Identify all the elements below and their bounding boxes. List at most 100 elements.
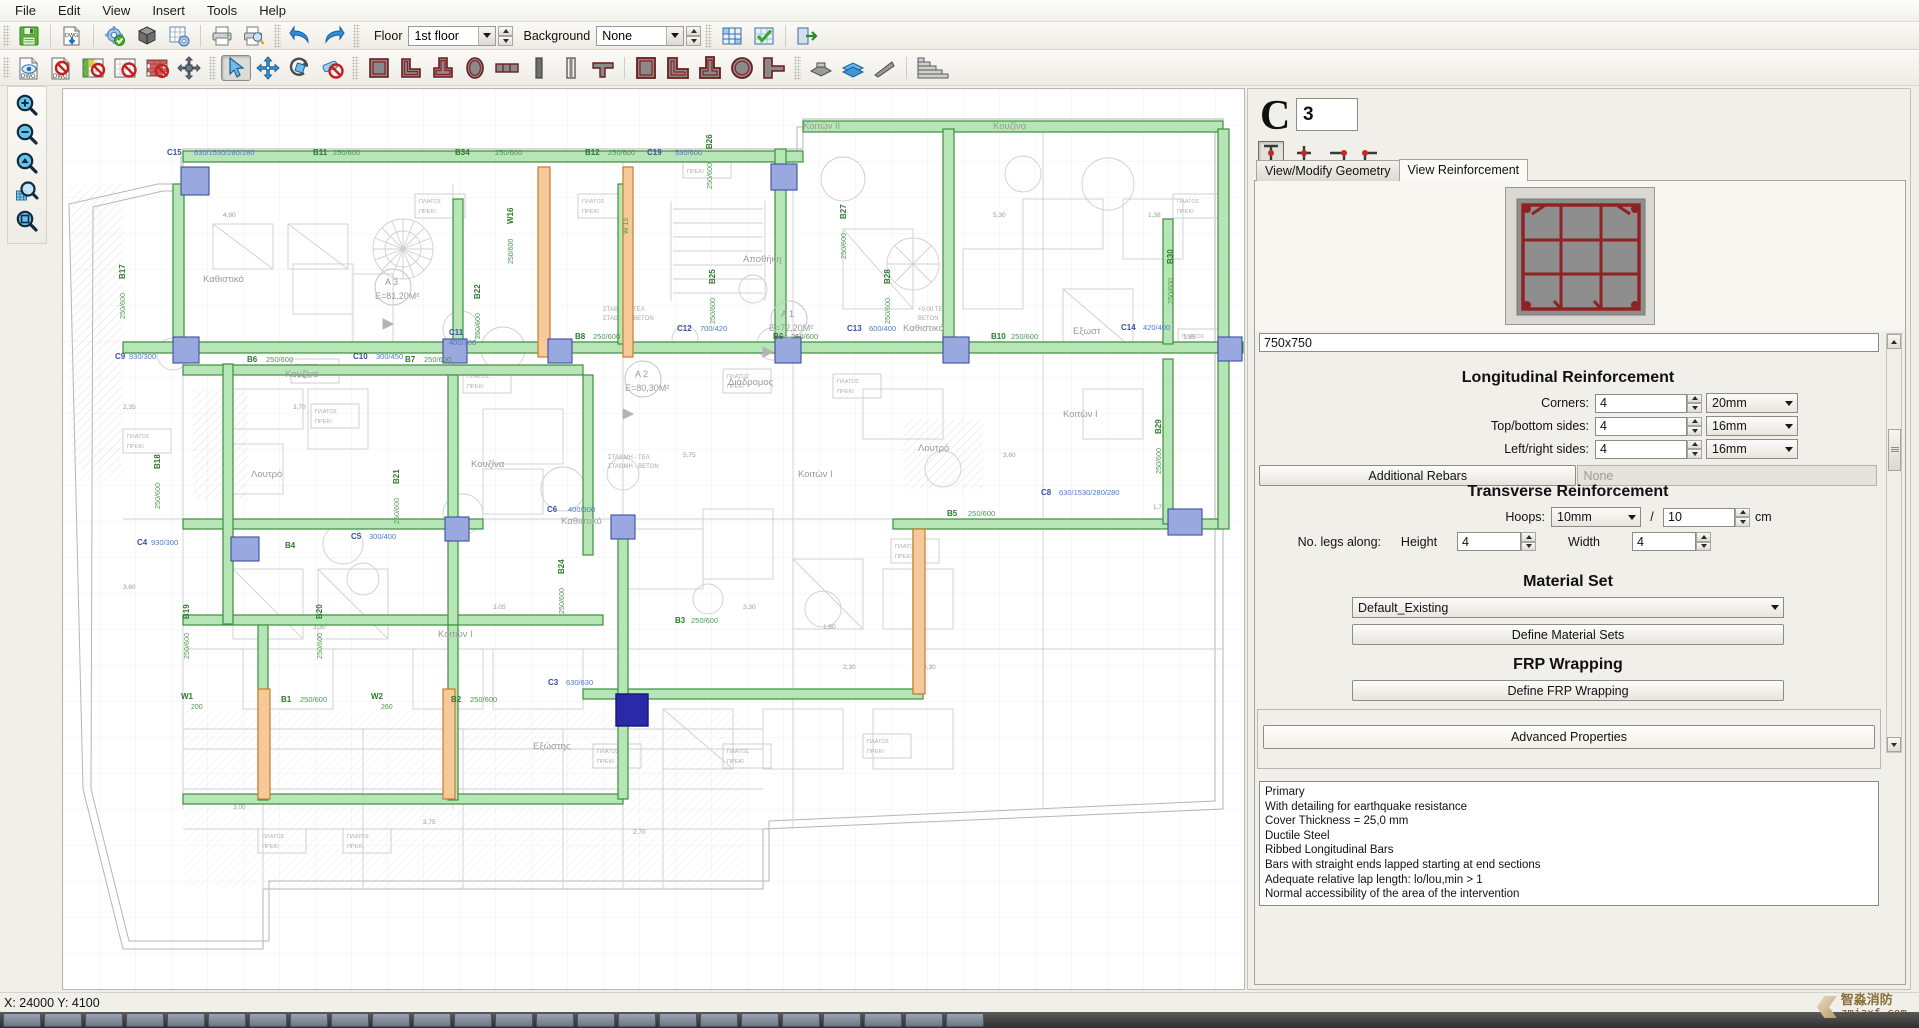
- toolbar-grip[interactable]: [353, 24, 360, 48]
- toolbar-grip[interactable]: [274, 24, 281, 48]
- element-index-field[interactable]: 3: [1296, 98, 1358, 131]
- zoom-previous-icon[interactable]: [11, 148, 43, 177]
- taskbar-item[interactable]: [413, 1013, 451, 1027]
- background-stepper-up[interactable]: [686, 26, 701, 36]
- shearwall-circle-icon[interactable]: [727, 55, 757, 81]
- background-stepper[interactable]: [686, 26, 701, 46]
- export-icon[interactable]: [792, 23, 822, 49]
- taskbar-item[interactable]: [454, 1013, 492, 1027]
- toolbar-grip[interactable]: [3, 25, 10, 47]
- taskbar-item[interactable]: [700, 1013, 738, 1027]
- cube-3d-icon[interactable]: [132, 23, 162, 49]
- scroll-thumb[interactable]: [1888, 429, 1901, 471]
- legs-width-up[interactable]: [1696, 532, 1711, 542]
- longitudinal-count-stepper[interactable]: [1687, 394, 1702, 413]
- print-icon[interactable]: [207, 23, 237, 49]
- slab-layer-icon[interactable]: [838, 55, 868, 81]
- taskbar-item[interactable]: [495, 1013, 533, 1027]
- menu-insert[interactable]: Insert: [141, 1, 196, 20]
- settings-gear-check-icon[interactable]: [100, 23, 130, 49]
- taskbar-item[interactable]: [946, 1013, 984, 1027]
- taskbar-item[interactable]: [864, 1013, 902, 1027]
- chevron-down-icon[interactable]: [1781, 401, 1797, 406]
- longitudinal-count-input[interactable]: 4: [1595, 440, 1687, 459]
- taskbar-item[interactable]: [577, 1013, 615, 1027]
- longitudinal-diameter-select[interactable]: 16mm: [1706, 416, 1798, 436]
- taskbar-item[interactable]: [536, 1013, 574, 1027]
- longitudinal-count-down[interactable]: [1687, 449, 1702, 459]
- zoom-out-icon[interactable]: [11, 119, 43, 148]
- panel-scrollbar[interactable]: [1886, 333, 1902, 753]
- taskbar-item[interactable]: [823, 1013, 861, 1027]
- taskbar-item[interactable]: [85, 1013, 123, 1027]
- background-select[interactable]: None: [596, 26, 684, 46]
- advanced-properties-button[interactable]: Advanced Properties: [1263, 725, 1875, 749]
- taskbar-item[interactable]: [249, 1013, 287, 1027]
- longitudinal-diameter-select[interactable]: 16mm: [1706, 439, 1798, 459]
- dwg-layers-icon[interactable]: [78, 55, 108, 81]
- taskbar-item[interactable]: [208, 1013, 246, 1027]
- toolbar-grip[interactable]: [352, 56, 359, 80]
- longitudinal-count-stepper[interactable]: [1687, 417, 1702, 436]
- floor-select[interactable]: 1st floor: [408, 26, 496, 46]
- beam-i-icon[interactable]: [556, 55, 586, 81]
- rotate-icon[interactable]: [285, 55, 315, 81]
- save-icon[interactable]: [14, 23, 44, 49]
- chevron-down-icon[interactable]: [478, 27, 495, 45]
- floor-plan-canvas[interactable]: 4,903,60 5,301,38 2,353,70 5,753,60 3,60…: [62, 88, 1245, 990]
- grid-settings-icon[interactable]: [164, 23, 194, 49]
- tab-view-reinforcement[interactable]: View Reinforcement: [1399, 159, 1529, 181]
- column-t-icon[interactable]: [428, 55, 458, 81]
- shearwall-rect-icon[interactable]: [631, 55, 661, 81]
- shearwall-flanged-icon[interactable]: [759, 55, 789, 81]
- taskbar-item[interactable]: [167, 1013, 205, 1027]
- material-set-select[interactable]: Default_Existing: [1352, 597, 1784, 618]
- background-stepper-down[interactable]: [686, 36, 701, 46]
- menu-view[interactable]: View: [91, 1, 141, 20]
- chevron-down-icon[interactable]: [1781, 447, 1797, 452]
- toolbar-grip[interactable]: [705, 24, 712, 48]
- longitudinal-count-up[interactable]: [1687, 417, 1702, 427]
- dwg-delete-icon[interactable]: DWG: [46, 55, 76, 81]
- column-l-icon[interactable]: [396, 55, 426, 81]
- toolbar-grip[interactable]: [209, 56, 216, 80]
- toolbar-grip[interactable]: [794, 56, 801, 80]
- menu-file[interactable]: File: [4, 1, 47, 20]
- zoom-in-icon[interactable]: [11, 90, 43, 119]
- tab-view-modify-geometry[interactable]: View/Modify Geometry: [1256, 160, 1400, 181]
- floor-stepper-down[interactable]: [498, 36, 513, 46]
- column-circle-icon[interactable]: [460, 55, 490, 81]
- redo-icon[interactable]: [318, 23, 348, 49]
- column-rect-icon[interactable]: [364, 55, 394, 81]
- taskbar-item[interactable]: [659, 1013, 697, 1027]
- chevron-down-icon[interactable]: [1767, 605, 1783, 610]
- longitudinal-count-down[interactable]: [1687, 403, 1702, 413]
- menu-tools[interactable]: Tools: [196, 1, 248, 20]
- ramp-icon[interactable]: [870, 55, 900, 81]
- hoop-spacing-input[interactable]: 10: [1663, 508, 1735, 527]
- legs-width-down[interactable]: [1696, 542, 1711, 552]
- shearwall-t-icon[interactable]: [695, 55, 725, 81]
- taskbar-item[interactable]: [372, 1013, 410, 1027]
- floor-stepper[interactable]: [498, 26, 513, 46]
- masonry-icon[interactable]: [142, 55, 172, 81]
- taskbar-item[interactable]: [782, 1013, 820, 1027]
- hoop-spacing-up[interactable]: [1735, 508, 1750, 518]
- taskbar-item[interactable]: [290, 1013, 328, 1027]
- longitudinal-count-up[interactable]: [1687, 440, 1702, 450]
- dwg-view-icon[interactable]: DWG: [14, 55, 44, 81]
- chevron-down-icon[interactable]: [1624, 515, 1640, 520]
- taskbar-item[interactable]: [331, 1013, 369, 1027]
- chevron-down-icon[interactable]: [666, 27, 683, 45]
- legs-height-stepper[interactable]: [1521, 532, 1536, 551]
- scroll-up-button[interactable]: [1887, 334, 1901, 349]
- legs-height-up[interactable]: [1521, 532, 1536, 542]
- grid-snap-icon[interactable]: [110, 55, 140, 81]
- menu-edit[interactable]: Edit: [47, 1, 91, 20]
- erase-icon[interactable]: [317, 55, 347, 81]
- print-preview-icon[interactable]: [239, 23, 269, 49]
- hoop-spacing-stepper[interactable]: [1735, 508, 1750, 527]
- taskbar-item[interactable]: [3, 1013, 41, 1027]
- zoom-extents-icon[interactable]: [11, 206, 43, 235]
- zoom-window-icon[interactable]: [11, 177, 43, 206]
